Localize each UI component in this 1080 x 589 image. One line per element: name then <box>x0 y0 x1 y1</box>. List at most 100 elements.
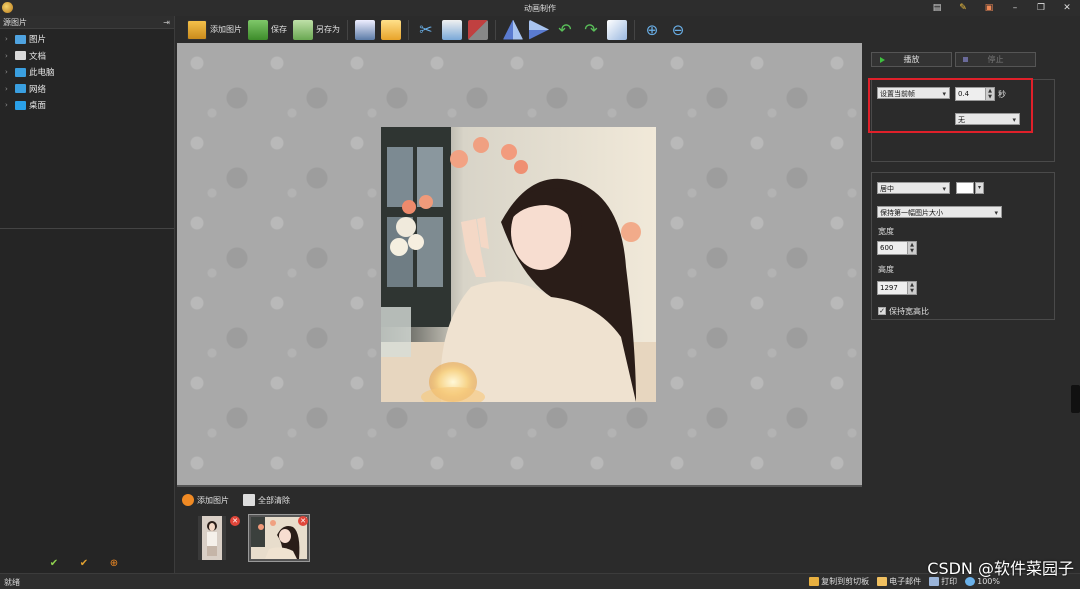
file-list-area[interactable]: ✔ ✔ ⊕ <box>0 232 175 573</box>
height-spinner[interactable]: 1297 ▲ ▼ <box>877 281 917 295</box>
delete-frame-2-button[interactable]: ✕ <box>298 516 308 526</box>
tree-item-label: 图片 <box>29 35 47 46</box>
network-icon <box>15 84 26 94</box>
width-spinner[interactable]: 600 ▲ ▼ <box>877 241 917 255</box>
keep-ratio-label: 保持宽高比 <box>889 307 929 316</box>
clear-all-button[interactable]: 全部清除 <box>243 494 290 506</box>
tree-item-label: 此电脑 <box>29 68 55 79</box>
envelope-icon <box>381 19 401 40</box>
filmstrip-add-image-label: 添加图片 <box>197 495 229 505</box>
rotate-right-button[interactable]: ↷ <box>578 19 604 41</box>
save-label: 保存 <box>271 25 287 34</box>
side-panel-grip[interactable] <box>1071 385 1080 413</box>
rotate-left-button[interactable]: ↶ <box>552 19 578 41</box>
restore-icon[interactable]: ❐ <box>1028 0 1054 16</box>
status-text: 就绪 <box>4 578 20 587</box>
background-color-swatch[interactable] <box>956 182 974 194</box>
toolbar-separator <box>347 19 348 40</box>
tree-item-pictures[interactable]: › 图片 <box>0 31 174 48</box>
tree-item-label: 网络 <box>29 84 47 95</box>
paste-button[interactable] <box>465 19 491 41</box>
add-image-icon <box>187 19 207 40</box>
save-icon <box>248 19 268 40</box>
check-orange-icon[interactable]: ✔ <box>78 557 90 569</box>
palette-icon[interactable]: ▣ <box>976 0 1002 16</box>
title-bar-controls: ▤ ✎ ▣ – ❐ ✕ <box>924 0 1080 16</box>
width-value: 600 <box>880 244 894 252</box>
expand-arrow-icon[interactable]: › <box>5 52 15 60</box>
frame-layout-group: 居中 ▾ 保持第一幅图片大小 宽度 600 ▲▼ 高度 1297 ▲▼ ✓ 保持… <box>871 172 1055 320</box>
height-label: 高度 <box>878 265 894 274</box>
play-button[interactable]: 播放 <box>871 52 952 67</box>
copy-to-clipboard-button[interactable]: 复制到剪切板 <box>809 576 869 587</box>
zoom-out-icon: ⊖ <box>671 20 685 39</box>
add-image-label: 添加图片 <box>210 25 242 34</box>
panel-title: 源图片 <box>3 18 27 27</box>
frame-filmstrip: 添加图片 全部清除 ✕ ✕ <box>176 489 862 573</box>
printer-icon <box>355 19 375 40</box>
size-mode-select[interactable]: 保持第一幅图片大小 <box>877 206 1002 219</box>
frame-thumbnail-1[interactable] <box>198 516 226 560</box>
width-label: 宽度 <box>878 227 894 236</box>
clear-all-icon <box>243 494 255 506</box>
filmstrip-actions: 添加图片 全部清除 <box>182 494 290 506</box>
delete-frame-1-button[interactable]: ✕ <box>230 516 240 526</box>
highlight-annotation <box>868 78 1033 133</box>
expand-arrow-icon[interactable]: › <box>5 35 15 43</box>
minimize-icon[interactable]: – <box>1002 0 1028 16</box>
save-button[interactable]: 保存 <box>245 19 290 41</box>
close-icon[interactable]: ✕ <box>1054 0 1080 16</box>
window-title: 动画制作 <box>524 4 556 13</box>
pencil-icon[interactable]: ✎ <box>950 0 976 16</box>
add-icon[interactable]: ⊕ <box>108 557 120 569</box>
expand-arrow-icon[interactable]: › <box>5 68 15 76</box>
spinner-arrows-icon[interactable]: ▲ ▼ <box>907 282 916 294</box>
height-value: 1297 <box>880 284 898 292</box>
print-button[interactable] <box>352 19 378 41</box>
copy-icon <box>442 19 462 40</box>
save-as-icon <box>293 19 313 40</box>
playback-controls: 播放 停止 <box>871 52 1036 67</box>
folder-tree: › 图片 › 文档 › 此电脑 › 网络 › 桌面 <box>0 29 174 229</box>
tree-item-documents[interactable]: › 文档 <box>0 48 174 65</box>
animation-maker-window: 动画制作 ▤ ✎ ▣ – ❐ ✕ 源图片 ⇥ › 图片 › 文档 › 此电脑 ›… <box>0 0 1080 589</box>
flip-horizontal-button[interactable] <box>526 19 552 41</box>
save-as-label: 另存为 <box>316 25 340 34</box>
expand-arrow-icon[interactable]: › <box>5 101 15 109</box>
save-as-button[interactable]: 另存为 <box>290 19 343 41</box>
status-email-button[interactable]: 电子邮件 <box>877 576 921 587</box>
add-image-button[interactable]: 添加图片 <box>184 19 245 41</box>
filmstrip-add-image-button[interactable]: 添加图片 <box>182 494 229 506</box>
alignment-select[interactable]: 居中 <box>877 182 950 195</box>
source-images-panel: 源图片 ⇥ › 图片 › 文档 › 此电脑 › 网络 › 桌面 ✔ ✔ ⊕ <box>0 16 175 573</box>
zoom-out-button[interactable]: ⊖ <box>665 19 691 41</box>
stop-button[interactable]: 停止 <box>955 52 1036 67</box>
flip-vertical-button[interactable] <box>500 19 526 41</box>
tree-item-network[interactable]: › 网络 <box>0 81 174 98</box>
email-label: 电子邮件 <box>889 577 922 586</box>
cut-button[interactable]: ✂ <box>413 19 439 41</box>
computer-icon <box>15 67 26 77</box>
pin-icon[interactable]: ⇥ <box>163 16 170 29</box>
email-button[interactable] <box>378 19 404 41</box>
check-green-icon[interactable]: ✔ <box>48 557 60 569</box>
document-icon[interactable]: ▤ <box>924 0 950 16</box>
preview-canvas[interactable] <box>177 43 862 487</box>
zoom-in-button[interactable]: ⊕ <box>639 19 665 41</box>
keep-ratio-checkbox[interactable]: ✓ <box>878 307 886 315</box>
clipboard-icon <box>809 577 820 586</box>
paste-icon <box>468 19 488 40</box>
spinner-arrows-icon[interactable]: ▲ ▼ <box>907 242 916 254</box>
stop-icon <box>963 57 968 62</box>
photo-illustration <box>381 127 656 402</box>
color-dropdown-icon[interactable]: ▾ <box>975 182 984 194</box>
effects-button[interactable] <box>604 19 630 41</box>
main-toolbar: 添加图片 保存 另存为 ✂ ↶ ↷ ⊕ ⊖ <box>176 16 1080 43</box>
expand-arrow-icon[interactable]: › <box>5 85 15 93</box>
preview-image <box>381 127 656 402</box>
copy-button[interactable] <box>439 19 465 41</box>
tree-item-desktop[interactable]: › 桌面 <box>0 97 174 114</box>
tree-item-this-pc[interactable]: › 此电脑 <box>0 64 174 81</box>
title-bar: 动画制作 ▤ ✎ ▣ – ❐ ✕ <box>0 0 1080 16</box>
clear-all-label: 全部清除 <box>258 495 290 505</box>
